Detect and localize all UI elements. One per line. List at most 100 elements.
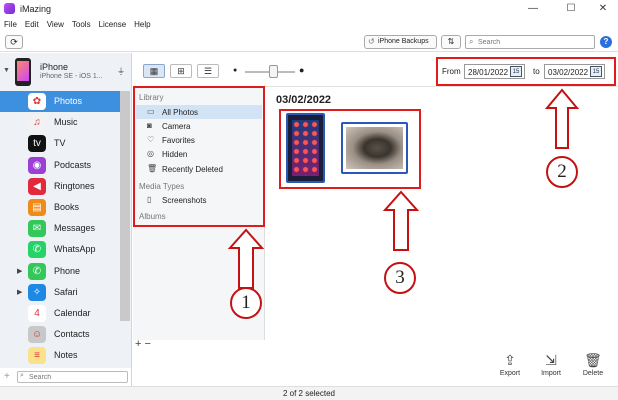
add-remove-album-buttons[interactable]: + − (135, 338, 151, 350)
to-label: to (533, 67, 540, 76)
menu-edit[interactable]: Edit (25, 18, 39, 32)
screenshot-image (292, 120, 319, 176)
sidebar-scrollbar[interactable] (120, 91, 130, 321)
sidebar-search-box[interactable]: ⌕ (17, 371, 128, 383)
sidebar-item-label: Podcasts (54, 159, 92, 170)
import-icon: ⇲ (545, 352, 557, 368)
annotation-number-2: 2 (546, 156, 578, 188)
delete-button[interactable]: 🗑 Delete (577, 352, 609, 377)
sidebar-item-label: WhatsApp (54, 244, 96, 255)
sidebar-item-messages[interactable]: ✉ Messages (0, 218, 120, 239)
menu-tools[interactable]: Tools (72, 18, 91, 32)
menu-file[interactable]: File (4, 18, 17, 32)
sidebar-bottom-bar: + ⌕ (0, 368, 132, 386)
minimize-button[interactable]: — (520, 2, 546, 16)
calendar-icon[interactable]: 15 (510, 66, 522, 77)
sidebar-item-label: Safari (54, 286, 78, 297)
photo-thumbnail[interactable] (341, 122, 408, 174)
sidebar-item-notes[interactable]: ≡ Notes (0, 345, 120, 366)
tv-icon: tv (28, 135, 46, 153)
device-header[interactable]: ▼ iPhone iPhone SE - iOS 1... ⏚ (0, 53, 131, 91)
collapse-arrow-icon[interactable]: ▼ (3, 67, 10, 74)
ringtones-icon: ◀ (28, 177, 46, 195)
list-view-button[interactable]: ☰ (197, 64, 219, 78)
transfer-button[interactable]: ⇅ (441, 35, 461, 49)
sidebar-item-contacts[interactable]: ☺ Contacts (0, 324, 120, 345)
expand-arrow-icon[interactable]: ▶ (17, 288, 22, 296)
help-button[interactable]: ? (600, 36, 612, 48)
imazing-logo-icon (4, 3, 15, 14)
sidebar-item-label: Ringtones (54, 180, 95, 191)
selection-status: 2 of 2 selected (282, 389, 336, 398)
sidebar-item-podcasts[interactable]: ◉ Podcasts (0, 155, 120, 176)
grid-small-icon: ⊞ (177, 66, 185, 76)
iphone-backups-button[interactable]: ↺ iPhone Backups (364, 35, 437, 49)
export-label: Export (499, 370, 521, 377)
menu-view[interactable]: View (47, 18, 64, 32)
sidebar-item-whatsapp[interactable]: ✆ WhatsApp (0, 239, 120, 260)
sidebar-item-label: TV (54, 138, 66, 149)
date-group-heading: 03/02/2022 (276, 94, 332, 106)
annotation-arrow-2 (544, 88, 580, 149)
photo-thumbnail[interactable] (286, 113, 325, 183)
calendar-icon[interactable]: 15 (590, 66, 602, 77)
photos-icon: ✿ (28, 93, 46, 110)
date-range-filter: From 28/01/2022 15 to 03/02/2022 15 (436, 57, 616, 86)
large-grid-view-button[interactable]: ▦ (143, 64, 165, 78)
maximize-button[interactable]: ☐ (558, 2, 584, 16)
music-icon: ♫ (28, 114, 46, 132)
import-label: Import (541, 370, 561, 377)
search-box[interactable]: ⌕ (465, 35, 595, 49)
sidebar-item-safari[interactable]: ▶ ✧ Safari (0, 282, 120, 303)
sidebar-item-label: Photos (54, 96, 83, 106)
sidebar-item-ringtones[interactable]: ◀ Ringtones (0, 176, 120, 197)
export-icon: ⇪ (504, 352, 516, 368)
close-button[interactable]: ✕ (590, 2, 616, 16)
from-date-field[interactable]: 28/01/2022 15 (464, 64, 525, 79)
from-date-value: 28/01/2022 (468, 68, 509, 77)
refresh-button[interactable]: ⟳ (5, 35, 23, 49)
sidebar-item-tv[interactable]: tv TV (0, 133, 120, 154)
expand-arrow-icon[interactable]: ▶ (17, 267, 22, 275)
list-icon: ☰ (203, 66, 213, 76)
to-date-field[interactable]: 03/02/2022 15 (544, 64, 605, 79)
title-bar: iMazing — ☐ ✕ (0, 0, 618, 18)
whatsapp-icon: ✆ (28, 241, 46, 259)
add-icon[interactable]: + (4, 371, 10, 382)
podcasts-icon: ◉ (28, 156, 46, 174)
sidebar-item-label: Notes (54, 350, 78, 361)
sidebar-item-label: Messages (54, 223, 96, 234)
import-button[interactable]: ⇲ Import (535, 352, 567, 377)
delete-label: Delete (582, 370, 604, 377)
sidebar-item-calendar[interactable]: 4 Calendar (0, 303, 120, 324)
device-subtitle: iPhone SE - iOS 1... (40, 73, 103, 80)
search-input[interactable] (478, 36, 592, 48)
calendar-icon: 4 (28, 304, 46, 322)
to-date-value: 03/02/2022 (548, 68, 589, 77)
sidebar-item-books[interactable]: ▤ Books (0, 197, 120, 218)
slider-thumb[interactable] (269, 65, 278, 78)
small-grid-view-button[interactable]: ⊞ (170, 64, 192, 78)
menu-help[interactable]: Help (134, 18, 150, 32)
grid-large-icon: ▦ (149, 66, 159, 76)
sidebar-item-photos[interactable]: ✿ Photos (0, 91, 120, 113)
export-button[interactable]: ⇪ Export (494, 352, 526, 377)
sidebar-item-phone[interactable]: ▶ ✆ Phone (0, 261, 120, 282)
menu-license[interactable]: License (99, 18, 127, 32)
sidebar-item-label: Phone (54, 265, 81, 276)
sidebar: ▼ iPhone iPhone SE - iOS 1... ⏚ ✿ Photos ♫… (0, 53, 132, 368)
sidebar-item-label: Contacts (54, 329, 90, 340)
window-title: iMazing (20, 4, 52, 14)
sidebar-item-label: Calendar (54, 307, 91, 318)
search-icon: ⌕ (469, 37, 474, 46)
sidebar-search-input[interactable] (29, 372, 125, 382)
safari-icon: ✧ (28, 283, 46, 301)
messages-icon: ✉ (28, 220, 46, 238)
annotation-box-library (133, 86, 265, 227)
search-icon: ⌕ (20, 372, 24, 379)
sidebar-item-music[interactable]: ♫ Music (0, 112, 120, 133)
person-small-icon: ● (233, 67, 238, 74)
notes-icon: ≡ (28, 347, 46, 365)
photo-image (346, 127, 403, 169)
iphone-device-icon (15, 58, 31, 86)
